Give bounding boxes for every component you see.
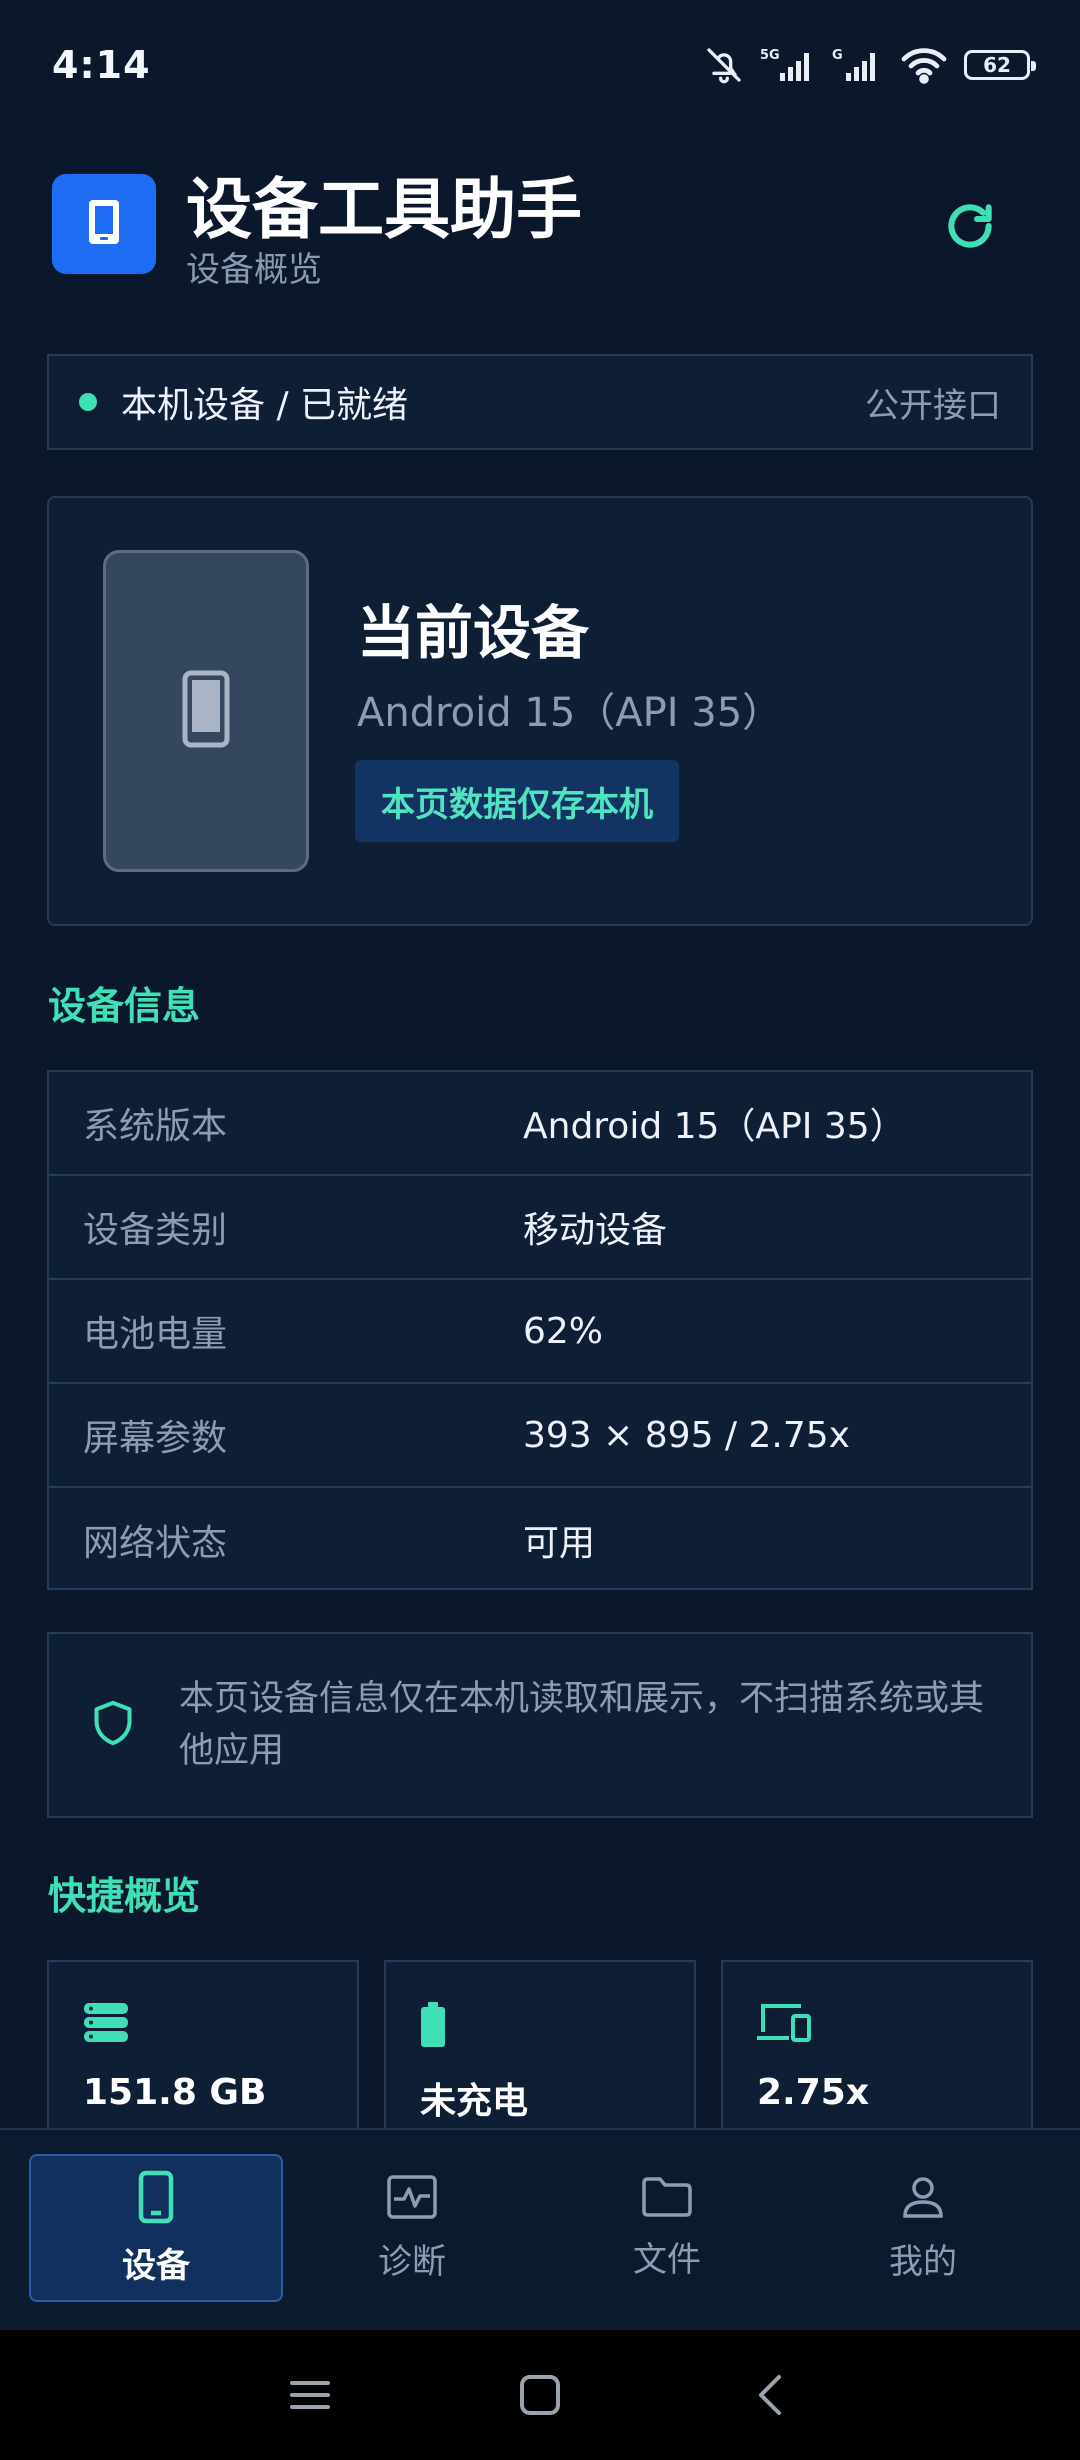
status-icons: 5G G 62 bbox=[704, 45, 1036, 85]
table-row: 网络状态 可用 bbox=[49, 1488, 1031, 1592]
phone-icon bbox=[182, 670, 230, 752]
wifi-icon bbox=[900, 45, 948, 85]
privacy-notice: 本页设备信息仅在本机读取和展示，不扫描系统或其他应用 bbox=[47, 1632, 1033, 1818]
info-label: 设备类别 bbox=[83, 1210, 228, 1251]
local-storage-badge: 本页数据仅存本机 bbox=[355, 760, 679, 842]
phone-icon bbox=[87, 198, 121, 250]
nav-tab-files[interactable]: 文件 bbox=[540, 2154, 794, 2302]
info-value: 移动设备 bbox=[523, 1210, 668, 1251]
quick-overview-cards: 151.8 GB 未充电 2.75x bbox=[47, 1960, 1033, 2130]
pulse-icon bbox=[386, 2174, 438, 2224]
info-value: 可用 bbox=[523, 1523, 596, 1564]
charging-value: 未充电 bbox=[420, 2081, 529, 2122]
info-value: 393 × 895 / 2.75x bbox=[523, 1414, 850, 1456]
charging-card[interactable]: 未充电 bbox=[384, 1960, 696, 2130]
nav-tab-device[interactable]: 设备 bbox=[29, 2154, 283, 2302]
device-status-strip: 本机设备 / 已就绪 公开接口 bbox=[47, 354, 1033, 450]
nav-label: 设备 bbox=[122, 2245, 190, 2286]
table-row: 设备类别 移动设备 bbox=[49, 1176, 1031, 1280]
refresh-button[interactable] bbox=[932, 190, 1008, 266]
shield-icon bbox=[91, 1698, 135, 1752]
privacy-notice-text: 本页设备信息仅在本机读取和展示，不扫描系统或其他应用 bbox=[179, 1679, 985, 1771]
app-subtitle: 设备概览 bbox=[186, 250, 322, 290]
nav-label: 诊断 bbox=[378, 2241, 446, 2282]
status-dot bbox=[79, 393, 97, 411]
info-value: Android 15（API 35） bbox=[523, 1106, 906, 1147]
app-title: 设备工具助手 bbox=[186, 171, 582, 248]
nav-label: 文件 bbox=[633, 2239, 701, 2280]
back-icon[interactable] bbox=[740, 2365, 800, 2425]
storage-value: 151.8 GB bbox=[83, 2072, 267, 2113]
scale-value: 2.75x bbox=[757, 2072, 870, 2113]
device-thumbnail bbox=[103, 550, 309, 872]
mute-icon bbox=[704, 45, 744, 85]
phone-icon bbox=[138, 2170, 174, 2228]
current-device-card: 当前设备 Android 15（API 35） 本页数据仅存本机 bbox=[47, 496, 1033, 926]
devices-icon bbox=[757, 2002, 811, 2048]
device-os-version: Android 15（API 35） bbox=[357, 690, 783, 736]
person-icon bbox=[900, 2174, 946, 2224]
info-value: 62% bbox=[523, 1310, 604, 1352]
info-label: 网络状态 bbox=[83, 1523, 228, 1564]
info-label: 系统版本 bbox=[83, 1106, 228, 1147]
status-bar: 4:14 5G G 62 bbox=[0, 0, 1080, 130]
scale-card[interactable]: 2.75x bbox=[721, 1960, 1033, 2130]
device-info-title: 设备信息 bbox=[48, 984, 201, 1028]
device-name: 当前设备 bbox=[357, 599, 590, 667]
table-row: 屏幕参数 393 × 895 / 2.75x bbox=[49, 1384, 1031, 1488]
status-time: 4:14 bbox=[52, 43, 151, 87]
info-label: 电池电量 bbox=[83, 1314, 228, 1355]
svg-text:G: G bbox=[832, 48, 843, 63]
menu-icon[interactable] bbox=[280, 2365, 340, 2425]
system-navigation-bar bbox=[0, 2330, 1080, 2460]
5g-signal-icon: 5G bbox=[760, 45, 816, 85]
quick-overview-title: 快捷概览 bbox=[48, 1874, 201, 1918]
nav-tab-diagnostics[interactable]: 诊断 bbox=[285, 2154, 539, 2302]
g-signal-icon: G bbox=[832, 45, 884, 85]
nav-label: 我的 bbox=[889, 2241, 957, 2282]
refresh-icon bbox=[942, 198, 998, 258]
folder-icon bbox=[641, 2176, 693, 2222]
svg-text:5G: 5G bbox=[760, 48, 780, 63]
app-header: 设备工具助手 设备概览 bbox=[52, 170, 1028, 290]
battery-icon bbox=[420, 2002, 446, 2052]
storage-card[interactable]: 151.8 GB bbox=[47, 1960, 359, 2130]
info-label: 屏幕参数 bbox=[83, 1418, 228, 1459]
storage-icon bbox=[83, 2002, 129, 2048]
app-logo bbox=[52, 174, 156, 274]
bottom-navigation: 设备 诊断 文件 我的 bbox=[0, 2128, 1080, 2330]
device-info-table: 系统版本 Android 15（API 35） 设备类别 移动设备 电池电量 6… bbox=[47, 1070, 1033, 1590]
table-row: 电池电量 62% bbox=[49, 1280, 1031, 1384]
home-icon[interactable] bbox=[510, 2365, 570, 2425]
public-api-link[interactable]: 公开接口 bbox=[865, 378, 1001, 427]
nav-tab-profile[interactable]: 我的 bbox=[796, 2154, 1050, 2302]
battery-icon: 62 bbox=[964, 50, 1036, 80]
table-row: 系统版本 Android 15（API 35） bbox=[49, 1072, 1031, 1176]
device-status-text: 本机设备 / 已就绪 bbox=[121, 385, 409, 426]
